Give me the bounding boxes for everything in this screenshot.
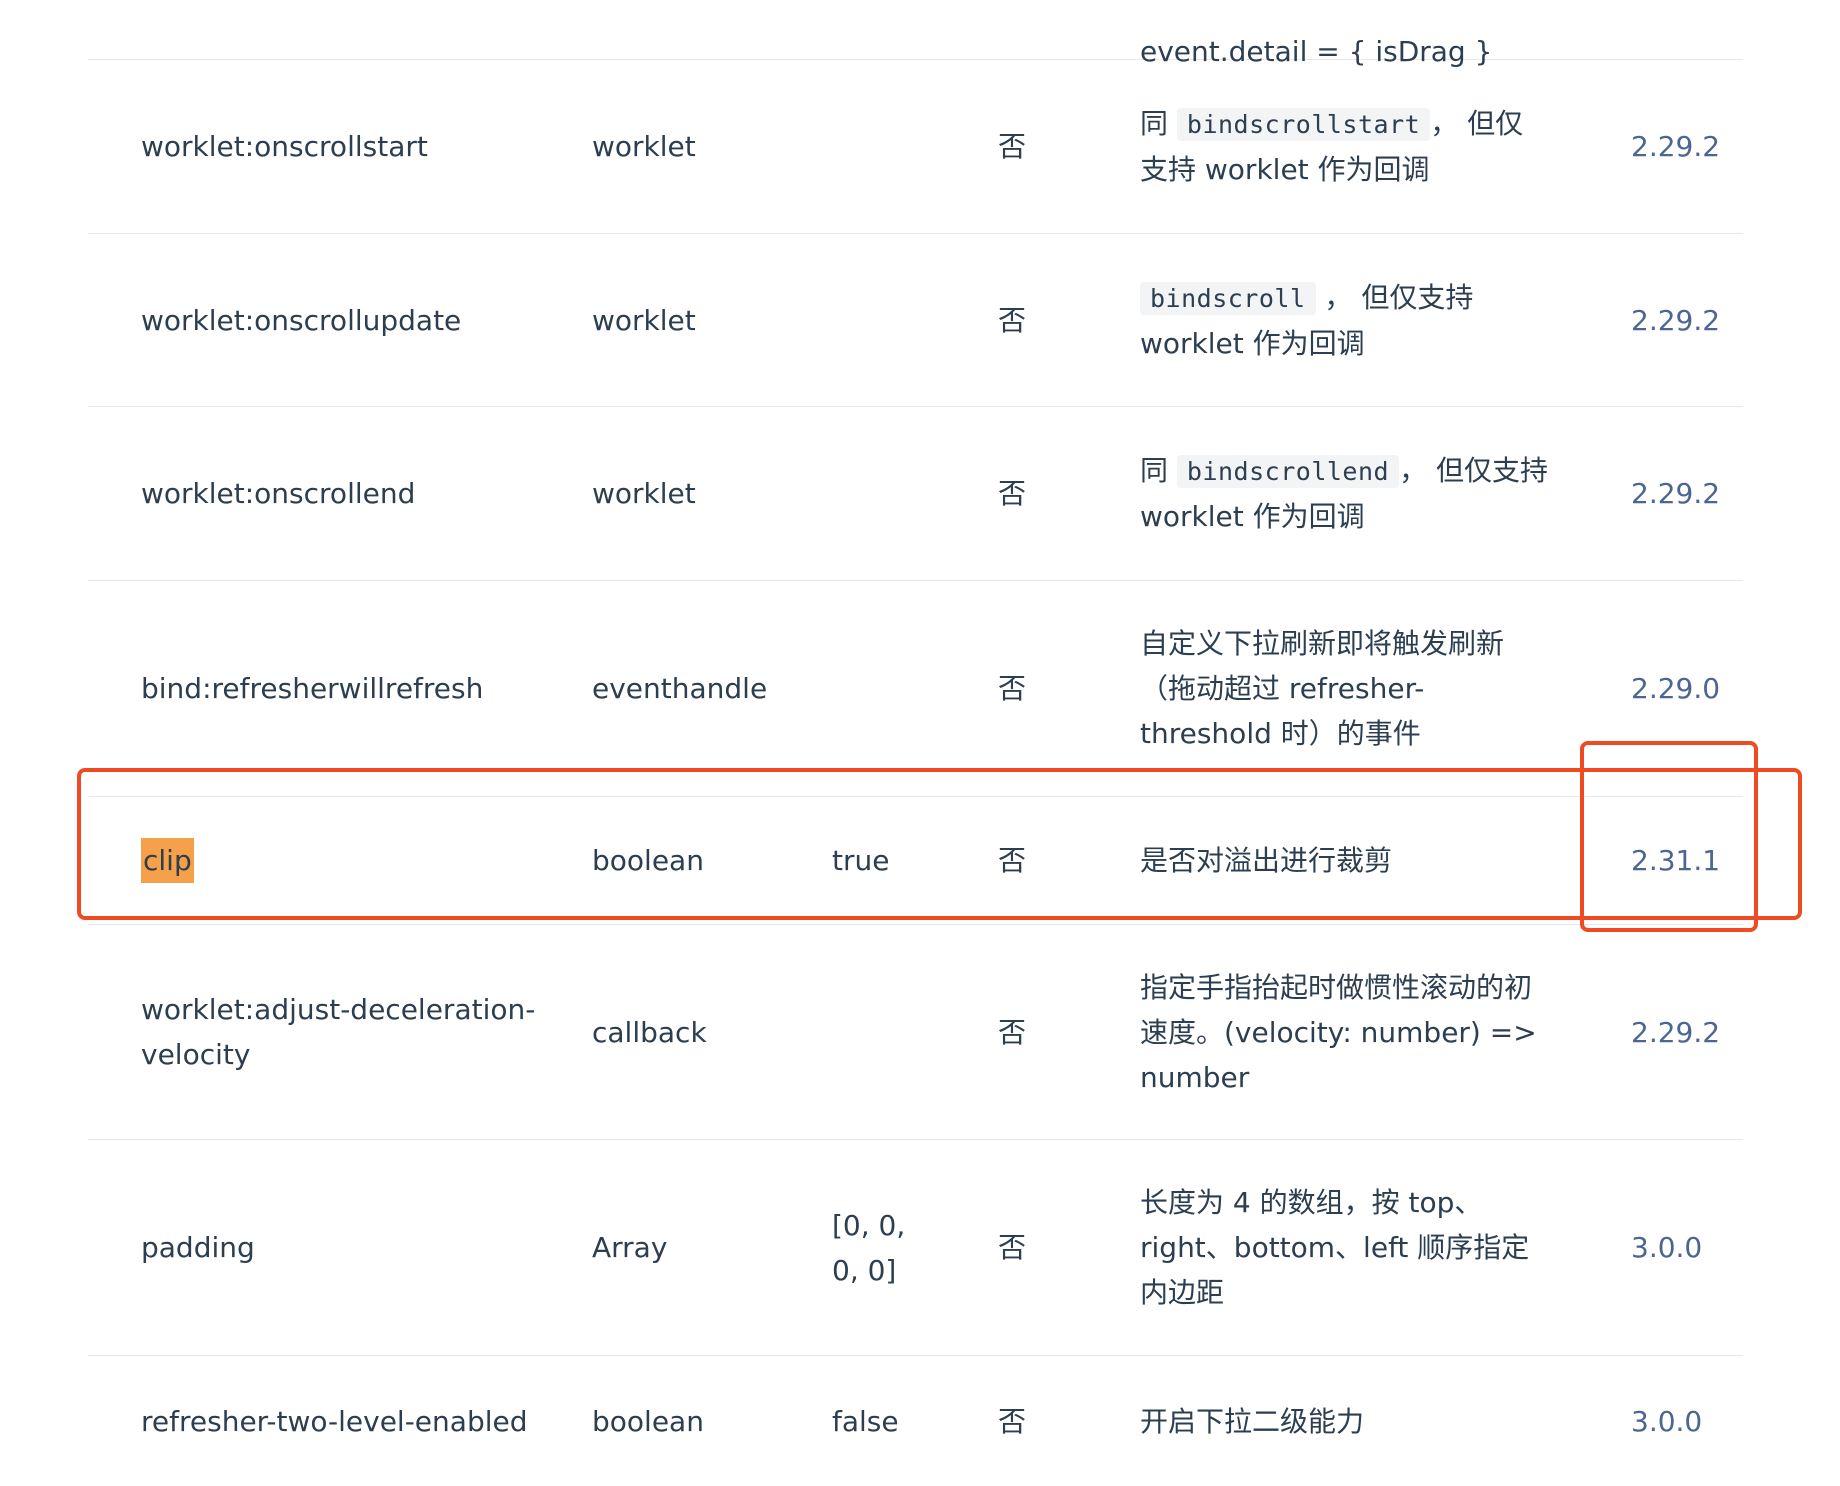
attr-description: 开启下拉二级能力 <box>1140 1404 1365 1438</box>
attr-default: false <box>832 1404 899 1438</box>
attr-name: worklet:adjust-deceleration-velocity <box>141 993 536 1071</box>
version-link[interactable]: 2.29.2 <box>1631 1010 1720 1055</box>
table-row: worklet:onscrollend worklet 否 同 bindscro… <box>88 407 1743 581</box>
attr-required: 否 <box>998 303 1027 337</box>
attr-description: 同 bindscrollend， 但仅支持 worklet 作为回调 <box>1140 454 1548 533</box>
attr-type: eventhandle <box>592 672 768 705</box>
table-row: worklet:adjust-deceleration-velocity cal… <box>88 925 1743 1140</box>
version-link[interactable]: 2.29.2 <box>1631 298 1720 343</box>
attr-type: Array <box>592 1231 668 1264</box>
attr-description: bindscroll ， 但仅支持 worklet 作为回调 <box>1140 280 1474 360</box>
attr-description: 自定义下拉刷新即将触发刷新（拖动超过 refresher-threshold 时… <box>1140 627 1505 750</box>
attr-type: callback <box>592 1015 707 1049</box>
attr-name: worklet:onscrollend <box>141 477 416 510</box>
attr-description: 同 bindscrollstart， 但仅支持 worklet 作为回调 <box>1140 107 1524 186</box>
annotation-version-box <box>1580 741 1758 932</box>
attr-description: 长度为 4 的数组，按 top、right、bottom、left 顺序指定内边… <box>1140 1186 1530 1309</box>
inline-code: bindscroll <box>1140 281 1316 315</box>
attr-name: refresher-two-level-enabled <box>141 1404 528 1438</box>
table-row: padding Array [0, 0, 0, 0] 否 长度为 4 的数组，按… <box>88 1140 1743 1356</box>
attr-required: 否 <box>998 477 1027 510</box>
table-row-partial: event.detail = { isDrag } <box>88 0 1743 68</box>
attr-required: 否 <box>998 1231 1027 1264</box>
table-row: worklet:onscrollupdate worklet 否 bindscr… <box>88 234 1743 407</box>
version-link[interactable]: 3.0.0 <box>1631 1399 1702 1444</box>
attr-description: 指定手指抬起时做惯性滚动的初速度。(velocity: number) => n… <box>1140 970 1537 1094</box>
attr-required: 否 <box>998 1404 1027 1438</box>
inline-code: bindscrollend <box>1176 455 1400 488</box>
attr-required: 否 <box>998 130 1027 163</box>
attr-required: 否 <box>998 1015 1027 1049</box>
attr-default: [0, 0, 0, 0] <box>832 1208 906 1287</box>
attr-type: worklet <box>592 130 696 163</box>
attr-type: boolean <box>592 1404 704 1438</box>
version-link[interactable]: 2.29.2 <box>1631 124 1720 169</box>
version-link[interactable]: 2.29.0 <box>1631 666 1720 711</box>
api-attributes-table: event.detail = { isDrag } worklet:onscro… <box>88 0 1743 1486</box>
table-row: worklet:onscrollstart worklet 否 同 bindsc… <box>88 60 1743 234</box>
annotation-row-box <box>77 768 1802 920</box>
attr-name: worklet:onscrollupdate <box>141 303 462 337</box>
attr-type: worklet <box>592 303 696 337</box>
attr-name: padding <box>141 1231 255 1264</box>
version-link[interactable]: 3.0.0 <box>1631 1225 1702 1270</box>
attr-type: worklet <box>592 477 696 510</box>
version-link[interactable]: 2.29.2 <box>1631 471 1720 516</box>
attr-required: 否 <box>998 672 1027 705</box>
attr-name: worklet:onscrollstart <box>141 130 428 163</box>
inline-code: bindscrollstart <box>1176 108 1431 141</box>
table-row: bind:refresherwillrefresh eventhandle 否 … <box>88 581 1743 797</box>
table-row: refresher-two-level-enabled boolean fals… <box>88 1356 1743 1486</box>
attr-name: bind:refresherwillrefresh <box>141 672 484 705</box>
